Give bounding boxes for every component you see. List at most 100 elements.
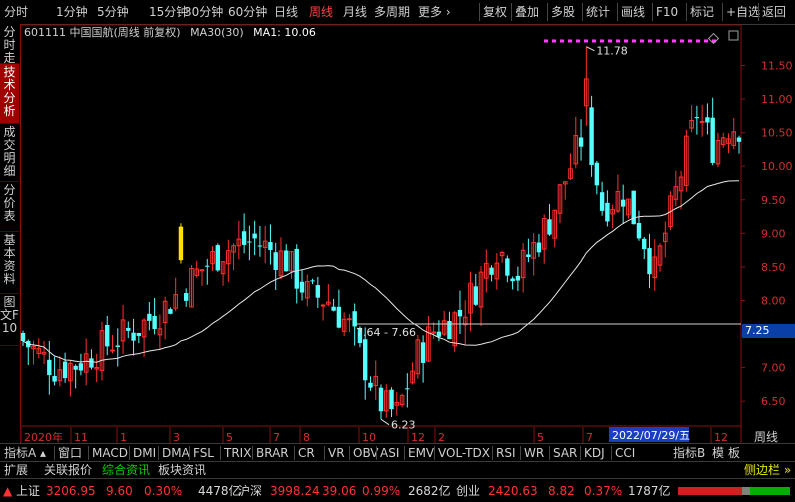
indicator-divider: [54, 446, 55, 460]
candle-body-31: [184, 293, 189, 301]
toolbar-action-7[interactable]: +自选: [726, 4, 760, 20]
candle-body-110: [599, 192, 605, 211]
indicator-6[interactable]: BRAR: [256, 445, 289, 461]
bottom-tab-1[interactable]: 关联报价: [44, 463, 92, 478]
sh-index-amount: 4478亿: [198, 484, 241, 498]
indicator-3[interactable]: DMA: [162, 445, 190, 461]
indicator-15[interactable]: SAR: [553, 445, 577, 461]
y-tick-label-7: 8.00: [761, 294, 786, 307]
toolbar-period-2[interactable]: 5分钟: [97, 4, 129, 20]
high-label: 11.78: [596, 45, 628, 58]
toolbar-action-0[interactable]: 复权: [483, 4, 507, 20]
side-tab-1[interactable]: 技术分析: [0, 64, 19, 124]
toolbar-period-6[interactable]: 日线: [274, 4, 298, 20]
period-toolbar: 分时 1分钟 5分钟 15分钟 30分钟 60分钟 日线 周线 月线 多周期 更多 › 复权 叠加 多股统…: [0, 0, 795, 25]
candle-body-66: [368, 382, 373, 388]
side-tab-4[interactable]: 基本资料: [0, 232, 19, 294]
toolbar-period-5[interactable]: 60分钟: [228, 4, 267, 20]
cy-index-name: 创业: [456, 484, 481, 498]
toolbar-action-2[interactable]: 多股: [551, 4, 575, 20]
indicator-divider: [376, 446, 377, 460]
indicator-divider: [580, 446, 581, 460]
toolbar-period-3[interactable]: 15分钟: [149, 4, 188, 20]
candle-body-10: [73, 365, 78, 370]
candle-body-50: [284, 250, 289, 272]
indicator-10[interactable]: ASI: [380, 445, 399, 461]
toolbar-divider: [617, 3, 618, 21]
candle-body-106: [578, 137, 584, 147]
template-button-0[interactable]: 模: [712, 445, 724, 461]
toolbar-period-0[interactable]: 分时: [4, 4, 28, 20]
toolbar-divider: [652, 3, 653, 21]
indicator-2[interactable]: DMI: [133, 445, 156, 461]
indicator-divider: [611, 446, 612, 460]
indicator-divider: [129, 446, 130, 460]
cy-index-change: 8.82: [548, 484, 575, 498]
indicator-divider: [434, 446, 435, 460]
indicator-0[interactable]: 窗口: [58, 445, 82, 461]
toolbar-action-4[interactable]: 画线: [621, 4, 645, 20]
indicator-16[interactable]: KDJ: [584, 445, 605, 461]
x-tick-label-11: 7: [586, 431, 593, 443]
toolbar-period-1[interactable]: 1分钟: [56, 4, 88, 20]
indicator-11[interactable]: EMV: [408, 445, 434, 461]
sh-up-icon: ▲: [3, 484, 13, 498]
cy-index-amount: 1787亿: [628, 484, 671, 498]
bottom-tab-bar: 扩展 关联报价 综合资讯 板块资讯 侧边栏 »: [0, 461, 795, 479]
toolbar-action-1[interactable]: 叠加: [515, 4, 539, 20]
bottom-tab-3[interactable]: 板块资讯: [158, 463, 206, 478]
sz-index-pct: 0.99%: [362, 484, 401, 498]
indicator-13[interactable]: RSI: [496, 445, 516, 461]
indicator-divider: [294, 446, 295, 460]
sh-index-value: 3206.95: [46, 484, 96, 498]
bottom-tab-2[interactable]: 综合资讯: [102, 463, 150, 478]
y-tick-label-6: 8.50: [761, 261, 786, 274]
indicator-a-label[interactable]: 指标A ▴: [4, 445, 46, 461]
toolbar-period-4[interactable]: 30分钟: [184, 4, 223, 20]
candle-body-18: [115, 345, 120, 347]
candle-body-83: [457, 309, 463, 317]
indicator-4[interactable]: FSL: [193, 445, 214, 461]
toolbar-period-10[interactable]: 更多 ›: [418, 4, 451, 20]
side-tab-5[interactable]: 图文F10: [0, 294, 19, 346]
toolbar-period-9[interactable]: 多周期: [374, 4, 410, 20]
indicator-b-label[interactable]: 指标B: [673, 445, 705, 461]
candle-body-45: [257, 245, 263, 247]
toolbar-period-7[interactable]: 周线: [309, 4, 333, 20]
side-tab-2[interactable]: 成交明细: [0, 124, 19, 182]
candle-body-93: [510, 278, 515, 282]
template-button-1[interactable]: 板: [728, 445, 740, 461]
sh-index-name: 上证: [16, 484, 41, 498]
indicator-1[interactable]: MACD: [92, 445, 128, 461]
candle-body-111: [605, 202, 610, 222]
candle-body-22: [136, 332, 142, 336]
toolbar-period-8[interactable]: 月线: [343, 4, 367, 20]
side-tab-0[interactable]: 分时走势: [0, 24, 19, 78]
candle-body-52: [294, 248, 299, 289]
toolbar-action-3[interactable]: 统计: [586, 4, 610, 20]
indicator-divider: [324, 446, 325, 460]
toolbar-action-6[interactable]: 标记: [690, 4, 714, 20]
candle-body-131: [710, 117, 715, 163]
candle-body-0: [20, 333, 26, 342]
y-tick-label-5: 9.00: [761, 227, 786, 240]
indicator-bar: 指标A ▴ 窗口 MACD DMI DMA FSL TRIX BRAR CR VR OBV ASI EM…: [0, 443, 795, 462]
x-tick-label-7: 10: [362, 431, 376, 443]
indicator-5[interactable]: TRIX: [224, 445, 251, 461]
candle-body-59: [331, 306, 336, 311]
indicator-17[interactable]: CCI: [615, 445, 635, 461]
indicator-8[interactable]: VR: [328, 445, 345, 461]
bottom-tab-0[interactable]: 扩展: [4, 463, 28, 478]
indicator-14[interactable]: WR: [524, 445, 544, 461]
sidebar-toggle[interactable]: 侧边栏 »: [744, 463, 791, 478]
toolbar-action-5[interactable]: F10: [656, 4, 678, 20]
indicator-9[interactable]: OBV: [353, 445, 379, 461]
side-tab-3[interactable]: 分价表: [0, 182, 19, 232]
x-tick-label-12: 12: [714, 431, 728, 443]
toolbar-action-8[interactable]: 返回: [762, 4, 786, 20]
date-box-text: 2022/07/29/五: [612, 429, 690, 442]
indicator-12[interactable]: VOL-TDX: [438, 445, 490, 461]
indicator-7[interactable]: CR: [298, 445, 315, 461]
kline-chart[interactable]: 11.5011.0010.5010.009.509.008.508.007.50…: [20, 24, 795, 443]
period-label: 周线: [754, 430, 778, 443]
